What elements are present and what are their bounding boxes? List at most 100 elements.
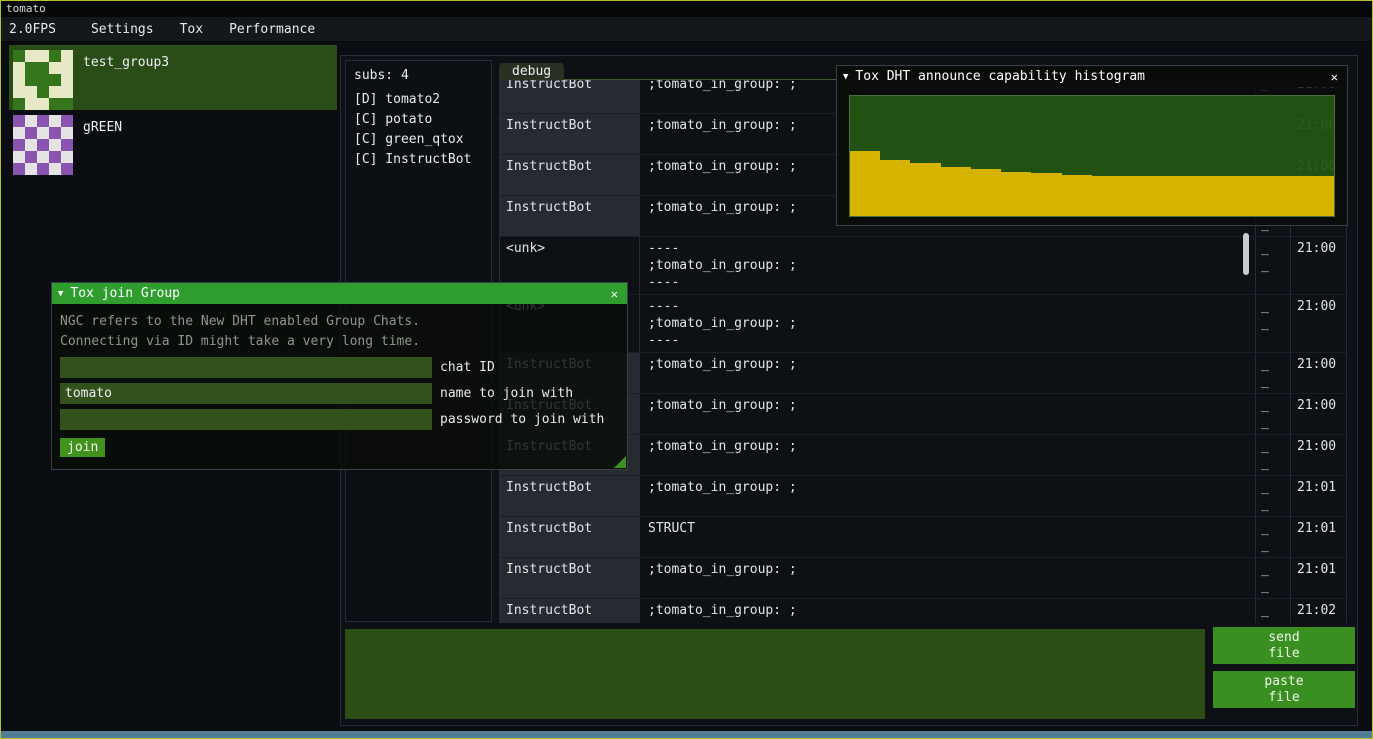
chat-author: InstructBot — [500, 517, 640, 557]
join-window-body: NGC refers to the New DHT enabled Group … — [52, 304, 627, 465]
chat-time: 21:01 — [1291, 476, 1346, 516]
chat-time: 21:01 — [1291, 558, 1346, 598]
chat-row[interactable]: InstructBot;tomato_in_group: ;_ _21:01 — [500, 476, 1346, 517]
histogram-bar — [971, 169, 981, 216]
sub-item-instructbot[interactable]: [C] InstructBot — [354, 150, 483, 170]
chat-message: ;tomato_in_group: ; — [640, 558, 1256, 598]
contact-green[interactable]: gREEN — [9, 110, 337, 175]
scrollbar-thumb[interactable] — [1243, 233, 1249, 275]
histogram-window-titlebar[interactable]: ▼ Tox DHT announce capability histogram … — [837, 66, 1347, 87]
group-avatar — [13, 115, 73, 175]
chat-author: InstructBot — [500, 155, 640, 195]
histogram-bar — [1253, 176, 1263, 216]
contact-name: test_group3 — [83, 50, 169, 70]
menu-performance[interactable]: Performance — [216, 17, 328, 41]
group-avatar — [13, 50, 73, 110]
chat-row[interactable]: InstructBot;tomato_in_group: ;_ _21:02 — [500, 599, 1346, 623]
contact-name: gREEN — [83, 115, 122, 135]
join-description-line2: Connecting via ID might take a very long… — [60, 332, 619, 352]
send-file-button[interactable]: send file — [1213, 627, 1355, 664]
histogram-bar — [1273, 176, 1283, 216]
histogram-bar — [1263, 176, 1273, 216]
chat-message: ---- ;tomato_in_group: ; ---- — [640, 295, 1256, 352]
chat-flags: _ _ — [1256, 435, 1291, 475]
chat-time: 21:00 — [1291, 435, 1346, 475]
join-window-titlebar[interactable]: ▼ Tox join Group ✕ — [52, 283, 627, 304]
histogram-bar — [1041, 173, 1051, 216]
collapse-arrow-icon[interactable]: ▼ — [58, 289, 63, 299]
histogram-bar — [880, 160, 890, 216]
histogram-window: ▼ Tox DHT announce capability histogram … — [836, 65, 1348, 226]
contact-test-group3[interactable]: test_group3 — [9, 45, 337, 110]
chat-message: ;tomato_in_group: ; — [640, 476, 1256, 516]
sub-item-potato[interactable]: [C] potato — [354, 110, 483, 130]
message-input[interactable] — [345, 629, 1205, 719]
join-button[interactable]: join — [60, 438, 105, 457]
chat-time: 21:00 — [1291, 353, 1346, 393]
chat-author: InstructBot — [500, 476, 640, 516]
chat-id-input[interactable] — [60, 357, 432, 378]
sub-item-green-qtox[interactable]: [C] green_qtox — [354, 130, 483, 150]
bottom-strip — [1, 731, 1372, 738]
collapse-arrow-icon[interactable]: ▼ — [843, 72, 848, 82]
chat-author: InstructBot — [500, 114, 640, 154]
chat-flags: _ _ — [1256, 558, 1291, 598]
chat-message: ---- ;tomato_in_group: ; ---- — [640, 237, 1256, 294]
histogram-bar — [1001, 172, 1011, 216]
histogram-bar — [981, 169, 991, 216]
join-password-input[interactable] — [60, 409, 432, 430]
histogram-bar — [860, 151, 870, 216]
histogram-bar — [1233, 176, 1243, 216]
histogram-bar — [1173, 176, 1183, 216]
histogram-plot — [849, 95, 1335, 217]
histogram-bar — [1102, 176, 1112, 216]
histogram-bar — [1293, 176, 1303, 216]
histogram-bar — [910, 163, 920, 216]
resize-grip-icon[interactable] — [614, 456, 626, 468]
histogram-bar — [1122, 176, 1132, 216]
histogram-bar — [921, 163, 931, 216]
chat-flags: _ _ — [1256, 295, 1291, 352]
histogram-bar — [1162, 176, 1172, 216]
histogram-bar — [1021, 172, 1031, 216]
close-icon[interactable]: ✕ — [1328, 70, 1341, 84]
histogram-bar — [1052, 173, 1062, 216]
os-titlebar[interactable]: tomato — [1, 1, 1372, 17]
fps-counter: 2.0FPS — [1, 22, 64, 37]
histogram-bar — [1112, 176, 1122, 216]
histogram-bar — [1183, 176, 1193, 216]
histogram-bar — [870, 151, 880, 216]
chat-flags: _ _ — [1256, 476, 1291, 516]
chat-row[interactable]: InstructBotSTRUCT_ _21:01 — [500, 517, 1346, 558]
chat-flags: _ _ — [1256, 237, 1291, 294]
paste-file-button[interactable]: paste file — [1213, 671, 1355, 708]
chat-flags: _ _ — [1256, 599, 1291, 623]
histogram-bar — [1082, 175, 1092, 216]
join-name-input[interactable] — [60, 383, 432, 404]
menu-settings[interactable]: Settings — [78, 17, 167, 41]
chat-message: ;tomato_in_group: ; — [640, 435, 1256, 475]
histogram-bar — [1213, 176, 1223, 216]
chat-message: STRUCT — [640, 517, 1256, 557]
histogram-bar — [941, 167, 951, 216]
menu-tox[interactable]: Tox — [167, 17, 216, 41]
histogram-bar — [1031, 173, 1041, 216]
histogram-window-title: Tox DHT announce capability histogram — [855, 69, 1145, 84]
chat-time: 21:02 — [1291, 599, 1346, 623]
close-icon[interactable]: ✕ — [608, 287, 621, 301]
chat-author: InstructBot — [500, 80, 640, 113]
menu-bar: 2.0FPS Settings Tox Performance — [1, 17, 1372, 42]
histogram-bar — [1314, 176, 1324, 216]
sub-item-tomato2[interactable]: [D] tomato2 — [354, 90, 483, 110]
histogram-bar — [1011, 172, 1021, 216]
join-window-title: Tox join Group — [70, 286, 180, 301]
histogram-bar — [1243, 176, 1253, 216]
histogram-bar — [1142, 176, 1152, 216]
chat-author: InstructBot — [500, 196, 640, 236]
chat-row[interactable]: InstructBot;tomato_in_group: ;_ _21:01 — [500, 558, 1346, 599]
histogram-bar — [1304, 176, 1314, 216]
chat-author: InstructBot — [500, 558, 640, 598]
histogram-bar — [991, 169, 1001, 216]
histogram-bar — [1092, 176, 1102, 216]
chat-message: ;tomato_in_group: ; — [640, 394, 1256, 434]
